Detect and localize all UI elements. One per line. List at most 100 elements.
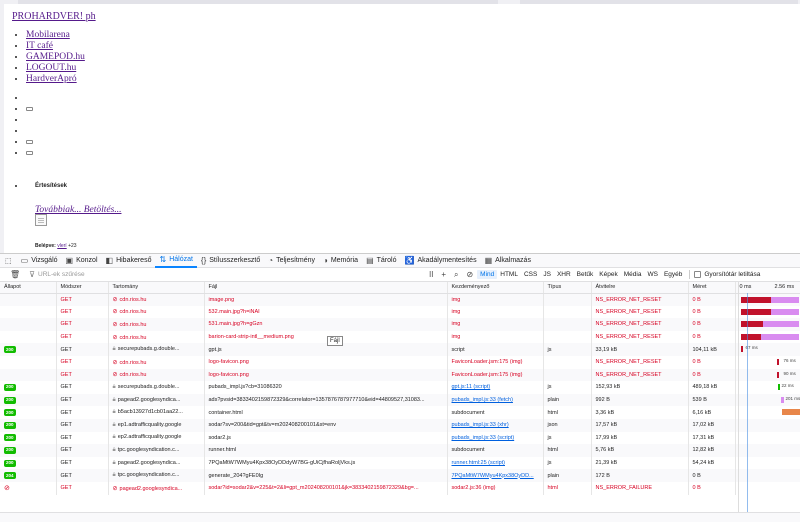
type-filter-egyéb[interactable]: Egyéb <box>661 271 685 278</box>
status-cell <box>0 368 57 382</box>
type-filter-xhr[interactable]: XHR <box>554 271 574 278</box>
table-row[interactable]: 200 GET 🔒︎ pagead2.googlesyndica... ads?pvsi… <box>0 393 800 407</box>
type-cell <box>543 330 592 344</box>
mini-button[interactable] <box>26 150 33 155</box>
tab-memory[interactable]: ◑ Memória <box>319 254 362 268</box>
site-link-gamepod[interactable]: GAMEPOD.hu <box>26 52 85 62</box>
domain-text: pagead2.googlesyndica... <box>119 485 183 492</box>
table-row[interactable]: GET ⊘ cdn.rios.hu image.png img NS_ERROR_NET_… <box>0 293 800 306</box>
table-row[interactable]: 200 GET 🔒︎ b5acb13927d1cb01aa22... container… <box>0 406 800 419</box>
type-filter-betűk[interactable]: Betűk <box>574 271 597 278</box>
mini-button[interactable] <box>26 139 33 144</box>
add-icon[interactable]: + <box>437 270 450 279</box>
column-header-status[interactable]: Állapot <box>0 282 57 294</box>
tab-style-editor[interactable]: {} Stílusszerkesztő <box>197 254 264 268</box>
clear-trash-icon[interactable]: 🗑 <box>0 270 25 279</box>
timeline-bar <box>740 308 771 315</box>
table-row[interactable]: 200 GET 🔒︎ ep2.adtrafficquality.google sodar… <box>0 431 800 445</box>
table-row[interactable]: 200 GET 🔒︎ pagead2.googlesyndica... 7PQaMtW7… <box>0 456 800 470</box>
column-header-timeline[interactable]: 0 ms 2.56 ms <box>735 282 800 294</box>
domain-cell: 🔒︎ tpc.googlesyndication.c... <box>108 444 205 457</box>
timeline-start-label: 0 ms <box>739 284 752 291</box>
tab-debugger[interactable]: ◧ Hibakereső <box>102 254 156 268</box>
site-link-hardverapro[interactable]: HardverApró <box>26 74 77 84</box>
size-cell: 539 B <box>688 393 736 407</box>
initiator-link[interactable]: gpt.js:11 (script) <box>452 384 491 390</box>
timeline-bar <box>781 409 800 416</box>
type-filter-mind[interactable]: Mind <box>477 270 498 279</box>
column-header-size[interactable]: Méret <box>688 282 736 294</box>
tab-label: Tároló <box>376 257 397 264</box>
divider <box>689 270 691 279</box>
initiator-link[interactable]: pubads_impl.js:33 (script) <box>452 435 515 441</box>
table-row[interactable]: 200 GET 🔒︎ securepubads.g.double... gpt.js sc… <box>0 343 800 356</box>
table-row[interactable]: GET ⊘ cdn.rios.hu barion-card-strip-intl__m… <box>0 330 800 344</box>
tab-performance[interactable]: ◔ Teljesítmény <box>264 254 319 268</box>
filter-icon: ⊽ <box>29 270 36 279</box>
search-icon[interactable]: ⌕ <box>450 270 462 280</box>
column-header-domain[interactable]: Tartomány <box>108 282 205 294</box>
disable-cache-checkbox[interactable]: Gyorsítótár letiltása <box>694 270 760 278</box>
type-filter-css[interactable]: CSS <box>521 271 540 278</box>
initiator-link[interactable]: pubads_impl.js:33 (xhr) <box>452 422 509 428</box>
site-link-logout[interactable]: LOGOUT.hu <box>26 63 76 73</box>
status-cell <box>0 305 57 319</box>
type-filter-média[interactable]: Média <box>621 271 645 278</box>
tab-storage[interactable]: ▤ Tároló <box>362 254 400 268</box>
type-filter-ws[interactable]: WS <box>644 271 660 278</box>
initiator-link[interactable]: pubads_impl.js:33 (fetch) <box>452 397 513 403</box>
status-cell <box>0 355 57 369</box>
element-picker-icon[interactable]: ⬚ <box>0 254 17 268</box>
table-row[interactable]: ⊘ GET ⊘ pagead2.googlesyndica... sodar?id=so… <box>0 481 800 495</box>
transferred-cell: 152,93 kB <box>591 381 689 394</box>
tab-accessibility[interactable]: ♿ Akadálymentesítés <box>400 254 480 268</box>
mini-button[interactable] <box>26 106 33 111</box>
table-row[interactable]: GET ⊘ cdn.rios.hu logo-favicon.png FaviconLo… <box>0 368 800 382</box>
type-cell: js <box>543 431 592 445</box>
size-cell: 0 B <box>688 293 736 306</box>
column-header-file[interactable]: Fájl <box>204 282 448 294</box>
table-row[interactable]: GET ⊘ cdn.rios.hu 532.main.jpg?h=iNAI img NS_… <box>0 305 800 319</box>
column-header-transferred[interactable]: Átvitelre <box>591 282 689 294</box>
table-row[interactable]: 200 GET 🔒︎ ep1.adtrafficquality.google sodar… <box>0 418 800 432</box>
initiator-link[interactable]: runner.html:25 (script) <box>452 460 506 466</box>
pause-icon[interactable]: ǀǀ <box>425 270 437 279</box>
brand-link[interactable]: PROHARDVER! ph <box>12 11 96 22</box>
initiator-cell: img <box>447 305 544 319</box>
initiator-link[interactable]: 7PQaMtW7WMyu4Kpx38OyDD... <box>452 473 534 479</box>
type-filter-képek[interactable]: Képek <box>596 271 620 278</box>
table-row[interactable]: 200 GET 🔒︎ tpc.googlesyndication.c... runner… <box>0 444 800 457</box>
timeline-bar <box>762 321 799 328</box>
url-filter-input[interactable]: ⊽ URL-ek szűrése <box>25 270 425 279</box>
tab-label: Alkalmazás <box>495 257 531 264</box>
more-loading-link[interactable]: Továbbiak... Betöltés... <box>35 205 121 215</box>
table-row[interactable]: 204 GET 🔒︎ tpc.googlesyndication.c... genera… <box>0 469 800 482</box>
site-link-itcafe[interactable]: IT café <box>26 41 53 51</box>
column-header-initiator[interactable]: Kezdeményező <box>447 282 544 294</box>
table-row[interactable]: 200 GET 🔒︎ securepubads.g.double... pubads_i… <box>0 381 800 394</box>
tab-network[interactable]: ⇅ Hálózat <box>155 254 197 268</box>
column-tooltip: Fájl <box>327 336 343 346</box>
domain-text: ep1.adtrafficquality.google <box>117 421 182 428</box>
tab-inspector[interactable]: ▭ Vizsgáló <box>17 254 62 268</box>
column-header-type[interactable]: Típus <box>543 282 592 294</box>
transferred-cell: NS_ERROR_NET_RESET <box>591 330 689 344</box>
table-row[interactable]: GET ⊘ cdn.rios.hu 531.main.jpg?h=gGzn img NS_… <box>0 318 800 331</box>
tab-application[interactable]: ▦ Alkalmazás <box>481 254 535 268</box>
timeline-bar <box>760 333 799 340</box>
type-filter-js[interactable]: JS <box>540 271 554 278</box>
status-badge: 200 <box>4 396 16 404</box>
initiator-link[interactable]: sodar2.js:36 (img) <box>452 485 496 491</box>
initiator-link[interactable]: FaviconLoader.jsm:175 (img) <box>452 372 523 378</box>
transferred-cell: 17,57 kB <box>591 418 689 432</box>
site-link-mobilarena[interactable]: Mobilarena <box>26 30 70 40</box>
tab-console[interactable]: ▣ Konzol <box>62 254 102 268</box>
type-filter-html[interactable]: HTML <box>497 271 521 278</box>
block-icon[interactable]: ⊘ <box>462 270 477 279</box>
column-header-method[interactable]: Módszer <box>56 282 109 294</box>
insecure-icon: ⊘ <box>112 485 118 492</box>
user-link[interactable]: vlerí <box>57 243 66 249</box>
table-row[interactable]: GET ⊘ cdn.rios.hu logo-favicon.png FaviconLo… <box>0 355 800 369</box>
initiator-link[interactable]: FaviconLoader.jsm:175 (img) <box>452 359 523 365</box>
network-toolbar: 🗑 ⊽ URL-ek szűrése ǀǀ + ⌕ ⊘ Mind HTML CSS J… <box>0 268 800 282</box>
